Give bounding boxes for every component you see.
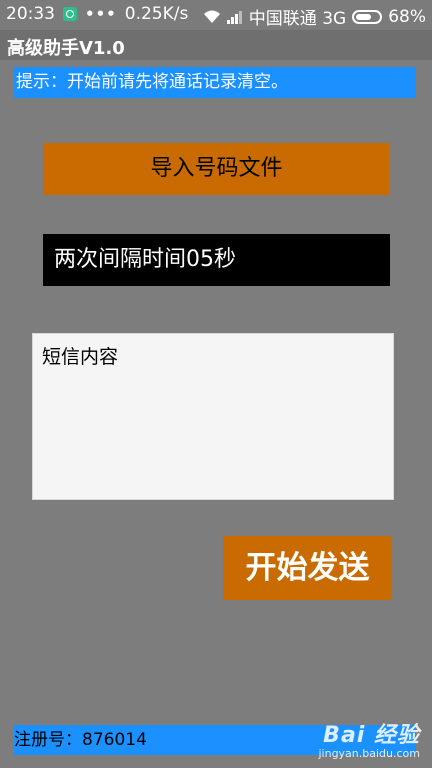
sms-content-input[interactable]: 短信内容: [32, 333, 394, 500]
battery-fill: [356, 13, 372, 20]
hint-banner: 提示：开始前请先将通话记录清空。: [14, 67, 416, 98]
status-bar: 20:33 ••• 0.25K/s 中国联通 3G 68%: [0, 0, 432, 30]
baidu-jingyan-watermark: Bai 经验 jingyan.baidu.com: [318, 717, 420, 760]
interval-display[interactable]: 两次间隔时间05秒: [43, 234, 390, 286]
watermark-brand: Bai 经验: [323, 723, 420, 748]
battery-icon: [352, 9, 383, 24]
battery-percent: 68%: [388, 6, 426, 27]
more-notifications-dots: •••: [85, 5, 117, 23]
status-bar-right: 中国联通 3G 68%: [203, 4, 426, 29]
carrier-label: 中国联通 3G: [248, 9, 347, 29]
app-title: 高级助手V1.0: [7, 38, 125, 59]
watermark-url: jingyan.baidu.com: [318, 747, 420, 760]
signal-icon: [226, 10, 242, 24]
network-speed: 0.25K/s: [124, 4, 189, 24]
wifi-icon: [203, 10, 220, 23]
status-time: 20:33: [6, 4, 55, 24]
status-bar-left: 20:33 ••• 0.25K/s: [6, 4, 188, 24]
start-sending-button[interactable]: 开始发送: [223, 536, 392, 600]
app-title-bar: 高级助手V1.0: [0, 30, 432, 60]
sms-content-placeholder: 短信内容: [42, 346, 119, 368]
app-notification-icon: [63, 7, 77, 21]
import-numbers-button[interactable]: 导入号码文件: [43, 143, 390, 195]
